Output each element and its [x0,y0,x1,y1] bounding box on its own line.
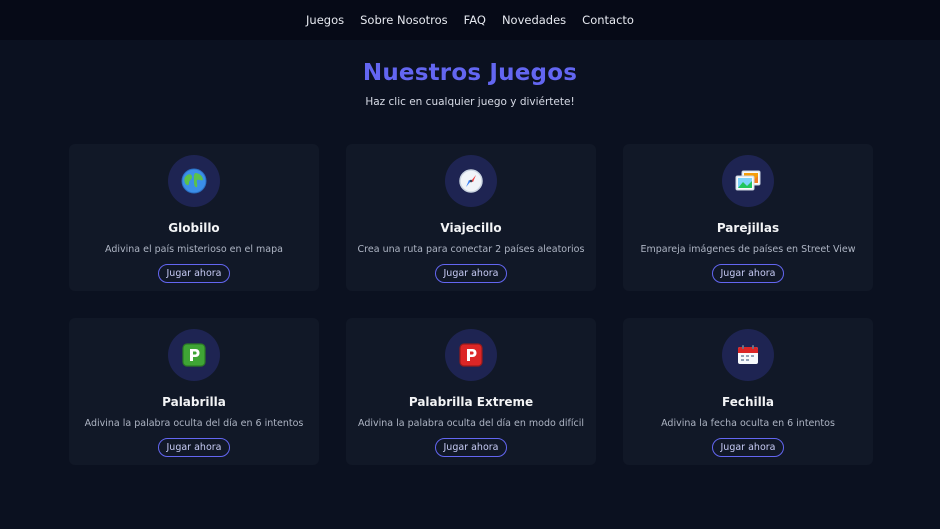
nav-link-contacto[interactable]: Contacto [582,11,634,29]
play-button-palabrilla-extreme[interactable]: Jugar ahora [434,438,508,457]
green-p-icon [182,343,206,367]
game-description: Empareja imágenes de países en Street Vi… [640,244,856,255]
game-description: Adivina la palabra oculta del día en mod… [358,418,584,429]
page-subtitle: Haz clic en cualquier juego y diviértete… [365,96,575,108]
play-button-viajecillo[interactable]: Jugar ahora [434,264,508,283]
game-icon-wrap [722,155,774,207]
game-card-parejillas[interactable]: Parejillas Empareja imágenes de países e… [623,144,873,291]
nav-link-juegos[interactable]: Juegos [306,11,344,29]
nav-link-faq[interactable]: FAQ [464,11,486,29]
game-title: Parejillas [716,221,780,235]
page-title: Nuestros Juegos [362,60,578,86]
game-description: Adivina la fecha oculta en 6 intentos [661,418,835,429]
red-p-icon [459,343,483,367]
game-description: Crea una ruta para conectar 2 países ale… [357,244,585,255]
play-button-fechilla[interactable]: Jugar ahora [711,438,785,457]
compass-icon [459,169,483,193]
games-grid: Globillo Adivina el país misterioso en e… [69,144,873,465]
game-card-palabrilla[interactable]: Palabrilla Adivina la palabra oculta del… [69,318,319,465]
game-title: Palabrilla [162,395,226,409]
game-title: Viajecillo [440,221,502,235]
game-icon-wrap [168,155,220,207]
play-button-palabrilla[interactable]: Jugar ahora [157,438,231,457]
calendar-icon [738,345,758,364]
game-icon-wrap [722,329,774,381]
game-card-fechilla[interactable]: Fechilla Adivina la fecha oculta en 6 in… [623,318,873,465]
globe-icon [181,168,207,194]
game-description: Adivina el país misterioso en el mapa [105,244,283,255]
nav-link-sobre-nosotros[interactable]: Sobre Nosotros [360,11,448,29]
game-title: Globillo [168,221,220,235]
game-description: Adivina la palabra oculta del día en 6 i… [84,418,304,429]
nav-link-novedades[interactable]: Novedades [502,11,566,29]
game-card-globillo[interactable]: Globillo Adivina el país misterioso en e… [69,144,319,291]
game-title: Palabrilla Extreme [408,395,534,409]
game-icon-wrap [445,155,497,207]
game-icon-wrap [168,329,220,381]
play-button-globillo[interactable]: Jugar ahora [157,264,231,283]
play-button-parejillas[interactable]: Jugar ahora [711,264,785,283]
game-card-palabrilla-extreme[interactable]: Palabrilla Extreme Adivina la palabra oc… [346,318,596,465]
top-nav: Juegos Sobre Nosotros FAQ Novedades Cont… [0,0,940,40]
game-title: Fechilla [722,395,774,409]
game-card-viajecillo[interactable]: Viajecillo Crea una ruta para conectar 2… [346,144,596,291]
games-header: Nuestros Juegos Haz clic en cualquier ju… [0,60,940,108]
game-icon-wrap [445,329,497,381]
pictures-icon [735,170,761,191]
